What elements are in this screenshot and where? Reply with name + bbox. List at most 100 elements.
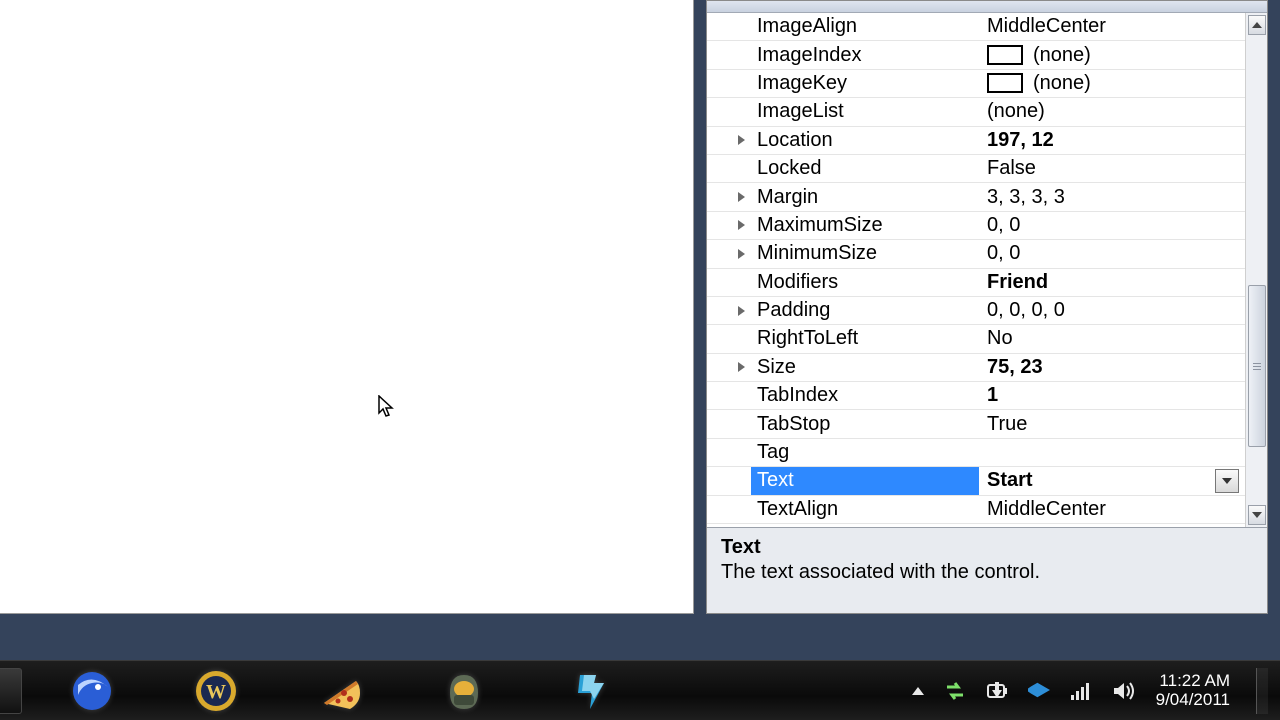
tray-overflow-icon[interactable] bbox=[912, 687, 924, 695]
property-name: TabIndex bbox=[751, 382, 979, 409]
property-value[interactable]: 75, 23 bbox=[979, 354, 1245, 381]
property-value-text: (none) bbox=[987, 100, 1045, 123]
property-row-righttoleft[interactable]: RightToLeftNo bbox=[707, 325, 1245, 353]
scroll-up-button[interactable] bbox=[1248, 15, 1266, 35]
expand-triangle-icon bbox=[738, 306, 745, 316]
properties-panel: ImageAlignMiddleCenterImageIndex(none)Im… bbox=[706, 0, 1268, 614]
expand-gutter bbox=[707, 70, 751, 97]
system-tray: 11:22 AM 9/04/2011 bbox=[912, 668, 1280, 714]
property-row-tag[interactable]: Tag bbox=[707, 439, 1245, 467]
expand-gutter bbox=[707, 41, 751, 68]
volume-icon[interactable] bbox=[1112, 680, 1136, 702]
form-designer-surface[interactable] bbox=[0, 0, 694, 614]
property-value[interactable]: (none) bbox=[979, 41, 1245, 68]
property-row-imagekey[interactable]: ImageKey(none) bbox=[707, 70, 1245, 98]
property-row-textalign[interactable]: TextAlignMiddleCenter bbox=[707, 496, 1245, 524]
property-value[interactable]: MiddleCenter bbox=[979, 13, 1245, 40]
property-value-text: False bbox=[987, 157, 1036, 180]
power-icon[interactable] bbox=[986, 680, 1008, 702]
property-name: ImageAlign bbox=[751, 13, 979, 40]
property-row-minimumsize[interactable]: MinimumSize 0, 0 bbox=[707, 240, 1245, 268]
property-value-text: 1 bbox=[987, 384, 998, 407]
property-value-text: 75, 23 bbox=[987, 356, 1043, 379]
expand-gutter[interactable] bbox=[707, 183, 751, 210]
property-name: ImageKey bbox=[751, 70, 979, 97]
expand-gutter bbox=[707, 325, 751, 352]
property-value[interactable]: MiddleCenter bbox=[979, 496, 1245, 523]
property-value[interactable]: True bbox=[979, 410, 1245, 437]
property-row-text[interactable]: Text Start bbox=[707, 467, 1245, 495]
property-value-text: 0, 0, 0, 0 bbox=[987, 299, 1065, 322]
property-row-padding[interactable]: Padding0, 0, 0, 0 bbox=[707, 297, 1245, 325]
property-row-modifiers[interactable]: ModifiersFriend bbox=[707, 269, 1245, 297]
property-value[interactable]: (none) bbox=[979, 70, 1245, 97]
properties-toolbar[interactable] bbox=[707, 1, 1267, 13]
property-row-tabindex[interactable]: TabIndex 1 bbox=[707, 382, 1245, 410]
pizza-icon[interactable] bbox=[312, 667, 368, 715]
description-body: The text associated with the control. bbox=[721, 561, 1253, 584]
clock-time: 11:22 AM bbox=[1156, 672, 1230, 691]
property-value[interactable]: 0, 0, 0, 0 bbox=[979, 297, 1245, 324]
property-value-text: Start bbox=[987, 469, 1033, 492]
property-value[interactable]: 1 bbox=[979, 382, 1245, 409]
show-desktop-button[interactable] bbox=[1256, 668, 1268, 714]
wow-icon[interactable]: W bbox=[188, 667, 244, 715]
network-icon[interactable] bbox=[1070, 681, 1092, 701]
scroll-down-button[interactable] bbox=[1248, 505, 1266, 525]
expand-gutter[interactable] bbox=[707, 127, 751, 154]
expand-gutter[interactable] bbox=[707, 240, 751, 267]
scroll-thumb[interactable] bbox=[1248, 285, 1266, 447]
property-name: Text bbox=[751, 467, 979, 494]
property-name: ImageIndex bbox=[751, 41, 979, 68]
dropbox-icon[interactable] bbox=[1028, 680, 1050, 702]
expand-triangle-icon bbox=[738, 362, 745, 372]
value-dropdown-button[interactable] bbox=[1215, 469, 1239, 493]
properties-grid[interactable]: ImageAlignMiddleCenterImageIndex(none)Im… bbox=[707, 13, 1245, 527]
thunderbird-icon[interactable] bbox=[64, 667, 120, 715]
expand-gutter[interactable] bbox=[707, 297, 751, 324]
property-value-text: No bbox=[987, 327, 1013, 350]
property-value-text: 0, 0 bbox=[987, 242, 1020, 265]
description-title: Text bbox=[721, 536, 1253, 559]
property-row-imagelist[interactable]: ImageList(none) bbox=[707, 98, 1245, 126]
property-value[interactable]: (none) bbox=[979, 98, 1245, 125]
sync-icon[interactable] bbox=[944, 681, 966, 701]
expand-gutter[interactable] bbox=[707, 354, 751, 381]
expand-gutter bbox=[707, 98, 751, 125]
property-value[interactable]: Start bbox=[979, 467, 1245, 494]
property-row-location[interactable]: Location197, 12 bbox=[707, 127, 1245, 155]
start-button[interactable] bbox=[0, 668, 22, 714]
property-value-text: True bbox=[987, 413, 1027, 436]
property-row-margin[interactable]: Margin3, 3, 3, 3 bbox=[707, 183, 1245, 211]
taskbar[interactable]: W 11:22 AM 9/04/2011 bbox=[0, 660, 1280, 720]
grid-scrollbar[interactable] bbox=[1245, 13, 1267, 527]
property-row-size[interactable]: Size75, 23 bbox=[707, 354, 1245, 382]
property-name: MaximumSize bbox=[751, 212, 979, 239]
expand-gutter bbox=[707, 155, 751, 182]
property-value[interactable]: No bbox=[979, 325, 1245, 352]
property-name: MinimumSize bbox=[751, 240, 979, 267]
property-value[interactable]: 197, 12 bbox=[979, 127, 1245, 154]
property-value-text: MiddleCenter bbox=[987, 15, 1106, 38]
property-value-text: 0, 0 bbox=[987, 214, 1020, 237]
property-value[interactable]: Friend bbox=[979, 269, 1245, 296]
property-value[interactable]: 3, 3, 3, 3 bbox=[979, 183, 1245, 210]
property-row-imageindex[interactable]: ImageIndex(none) bbox=[707, 41, 1245, 69]
property-row-locked[interactable]: LockedFalse bbox=[707, 155, 1245, 183]
property-value-text: 197, 12 bbox=[987, 129, 1054, 152]
property-value[interactable]: 0, 0 bbox=[979, 240, 1245, 267]
property-row-tabstop[interactable]: TabStopTrue bbox=[707, 410, 1245, 438]
property-description: Text The text associated with the contro… bbox=[707, 527, 1267, 613]
expand-gutter[interactable] bbox=[707, 212, 751, 239]
expand-triangle-icon bbox=[738, 192, 745, 202]
halo-icon[interactable] bbox=[436, 667, 492, 715]
property-value[interactable]: False bbox=[979, 155, 1245, 182]
property-value[interactable]: 0, 0 bbox=[979, 212, 1245, 239]
property-value[interactable] bbox=[979, 439, 1245, 466]
property-row-maximumsize[interactable]: MaximumSize 0, 0 bbox=[707, 212, 1245, 240]
expand-gutter bbox=[707, 467, 751, 494]
starcraft-icon[interactable] bbox=[560, 667, 616, 715]
property-row-imagealign[interactable]: ImageAlign MiddleCenter bbox=[707, 13, 1245, 41]
property-name: Tag bbox=[751, 439, 979, 466]
taskbar-clock[interactable]: 11:22 AM 9/04/2011 bbox=[1156, 672, 1230, 709]
